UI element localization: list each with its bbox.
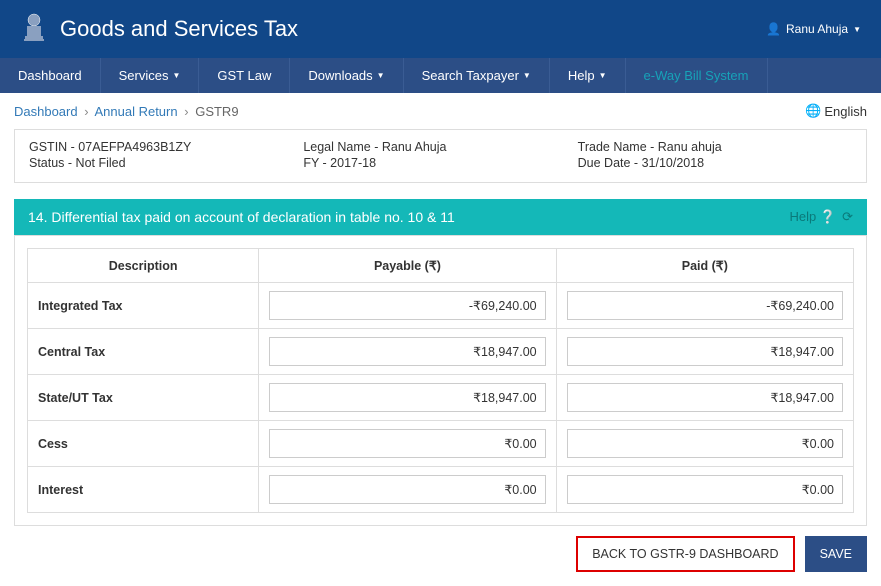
chevron-down-icon: ▼ bbox=[853, 25, 861, 34]
row-desc: Interest bbox=[28, 467, 259, 513]
payable-input[interactable]: ₹0.00 bbox=[269, 475, 545, 504]
nav-eway[interactable]: e-Way Bill System bbox=[626, 58, 768, 93]
nav-dashboard[interactable]: Dashboard bbox=[0, 58, 101, 93]
row-desc: Integrated Tax bbox=[28, 283, 259, 329]
paid-input[interactable]: ₹18,947.00 bbox=[567, 383, 843, 412]
help-icon: ❔ bbox=[820, 209, 836, 224]
table-row: Central Tax ₹18,947.00 ₹18,947.00 bbox=[28, 329, 854, 375]
nav-help[interactable]: Help▼ bbox=[550, 58, 626, 93]
section-header: 14. Differential tax paid on account of … bbox=[14, 199, 867, 235]
india-emblem-icon bbox=[20, 12, 48, 46]
language-selector[interactable]: 🌐 English bbox=[805, 103, 867, 119]
row-payable-cell: -₹69,240.00 bbox=[259, 283, 556, 329]
page-title: Goods and Services Tax bbox=[60, 16, 298, 42]
row-paid-cell: ₹0.00 bbox=[556, 421, 853, 467]
fy-value: FY - 2017-18 bbox=[303, 156, 577, 170]
refresh-icon[interactable]: ⟳ bbox=[842, 209, 853, 225]
table-row: State/UT Tax ₹18,947.00 ₹18,947.00 bbox=[28, 375, 854, 421]
chevron-down-icon: ▼ bbox=[523, 71, 531, 80]
row-desc: Central Tax bbox=[28, 329, 259, 375]
row-payable-cell: ₹0.00 bbox=[259, 467, 556, 513]
trade-name-value: Trade Name - Ranu ahuja bbox=[578, 140, 852, 154]
paid-input[interactable]: -₹69,240.00 bbox=[567, 291, 843, 320]
gstin-value: GSTIN - 07AEFPA4963B1ZY bbox=[29, 140, 303, 154]
nav-downloads[interactable]: Downloads▼ bbox=[290, 58, 403, 93]
user-icon: 👤 bbox=[766, 22, 781, 36]
globe-icon: 🌐 bbox=[805, 103, 821, 119]
breadcrumb-sep: › bbox=[184, 104, 188, 119]
row-payable-cell: ₹0.00 bbox=[259, 421, 556, 467]
section-title: 14. Differential tax paid on account of … bbox=[28, 209, 455, 225]
chevron-down-icon: ▼ bbox=[377, 71, 385, 80]
payable-input[interactable]: -₹69,240.00 bbox=[269, 291, 545, 320]
row-desc: Cess bbox=[28, 421, 259, 467]
payable-input[interactable]: ₹18,947.00 bbox=[269, 337, 545, 366]
paid-input[interactable]: ₹0.00 bbox=[567, 475, 843, 504]
legal-name-value: Legal Name - Ranu Ahuja bbox=[303, 140, 577, 154]
row-paid-cell: ₹0.00 bbox=[556, 467, 853, 513]
breadcrumb-annual-return[interactable]: Annual Return bbox=[94, 104, 177, 119]
paid-input[interactable]: ₹0.00 bbox=[567, 429, 843, 458]
breadcrumb-sep: › bbox=[84, 104, 88, 119]
user-menu[interactable]: 👤 Ranu Ahuja ▼ bbox=[766, 22, 861, 36]
chevron-down-icon: ▼ bbox=[172, 71, 180, 80]
help-link[interactable]: Help ❔ bbox=[790, 209, 837, 225]
payable-input[interactable]: ₹18,947.00 bbox=[269, 383, 545, 412]
back-to-dashboard-button[interactable]: BACK TO GSTR-9 DASHBOARD bbox=[576, 536, 794, 572]
paid-input[interactable]: ₹18,947.00 bbox=[567, 337, 843, 366]
nav-services[interactable]: Services▼ bbox=[101, 58, 200, 93]
row-desc: State/UT Tax bbox=[28, 375, 259, 421]
row-payable-cell: ₹18,947.00 bbox=[259, 329, 556, 375]
payable-input[interactable]: ₹0.00 bbox=[269, 429, 545, 458]
save-button[interactable]: SAVE bbox=[805, 536, 867, 572]
breadcrumb: Dashboard › Annual Return › GSTR9 bbox=[14, 104, 239, 119]
filing-info-box: GSTIN - 07AEFPA4963B1ZY Status - Not Fil… bbox=[14, 129, 867, 183]
table-row: Interest ₹0.00 ₹0.00 bbox=[28, 467, 854, 513]
breadcrumb-current: GSTR9 bbox=[195, 104, 238, 119]
col-payable: Payable (₹) bbox=[259, 249, 556, 283]
tax-table: Description Payable (₹) Paid (₹) Integra… bbox=[27, 248, 854, 513]
language-label: English bbox=[824, 104, 867, 119]
user-name: Ranu Ahuja bbox=[786, 22, 848, 36]
row-paid-cell: ₹18,947.00 bbox=[556, 375, 853, 421]
chevron-down-icon: ▼ bbox=[599, 71, 607, 80]
row-paid-cell: ₹18,947.00 bbox=[556, 329, 853, 375]
table-row: Integrated Tax -₹69,240.00 -₹69,240.00 bbox=[28, 283, 854, 329]
row-payable-cell: ₹18,947.00 bbox=[259, 375, 556, 421]
table-row: Cess ₹0.00 ₹0.00 bbox=[28, 421, 854, 467]
due-date-value: Due Date - 31/10/2018 bbox=[578, 156, 852, 170]
col-description: Description bbox=[28, 249, 259, 283]
main-nav: Dashboard Services▼ GST Law Downloads▼ S… bbox=[0, 58, 881, 93]
breadcrumb-dashboard[interactable]: Dashboard bbox=[14, 104, 78, 119]
row-paid-cell: -₹69,240.00 bbox=[556, 283, 853, 329]
nav-gst-law[interactable]: GST Law bbox=[199, 58, 290, 93]
page-header: Goods and Services Tax 👤 Ranu Ahuja ▼ bbox=[0, 0, 881, 58]
nav-search-taxpayer[interactable]: Search Taxpayer▼ bbox=[404, 58, 550, 93]
col-paid: Paid (₹) bbox=[556, 249, 853, 283]
status-value: Status - Not Filed bbox=[29, 156, 303, 170]
